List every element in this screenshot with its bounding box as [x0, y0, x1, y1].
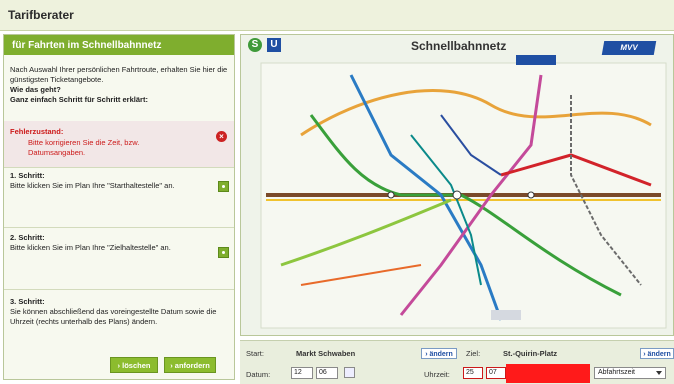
step-1-text: Bitte klicken Sie im Plan Ihre "Starthal…	[10, 181, 175, 190]
intro-subheading: Ganz einfach Schritt für Schritt erklärt…	[10, 95, 148, 104]
date-label: Datum:	[246, 370, 271, 379]
error-icon: ×	[216, 131, 227, 142]
ziel-label: Ziel:	[466, 349, 481, 358]
time-label: Uhrzeit:	[424, 370, 450, 379]
divider	[4, 289, 234, 290]
intro-text: Nach Auswahl Ihrer persönlichen Fahrtrou…	[10, 65, 230, 105]
date-day-input[interactable]: 12	[291, 367, 313, 379]
left-panel: für Fahrten im Schnellbahnnetz Nach Ausw…	[3, 34, 235, 380]
intro-question: Wie das geht?	[10, 85, 61, 94]
start-value: Markt Schwaben	[296, 349, 356, 358]
u-bahn-icon: U	[267, 38, 281, 52]
divider	[4, 167, 234, 168]
divider	[4, 227, 234, 228]
step-3-title: 3. Schritt:	[10, 297, 45, 306]
time-error-highlight	[506, 364, 590, 383]
change-start-button[interactable]: › ändern	[421, 348, 457, 359]
intro-description: Nach Auswahl Ihrer persönlichen Fahrtrou…	[10, 65, 228, 84]
delete-button[interactable]: › löschen	[110, 357, 158, 373]
time-hour-input[interactable]: 25	[463, 367, 483, 379]
start-label: Start:	[246, 349, 264, 358]
chevron-down-icon	[656, 371, 662, 375]
step-1: 1. Schritt: Bitte klicken Sie im Plan Ih…	[10, 171, 210, 191]
date-month-input[interactable]: 06	[316, 367, 338, 379]
step-1-title: 1. Schritt:	[10, 171, 45, 180]
map-title: Schnellbahnnetz	[411, 39, 507, 53]
error-title: Fehlerzustand:	[10, 127, 64, 136]
step-2-text: Bitte klicken Sie im Plan Ihre "Zielhalt…	[10, 243, 171, 252]
error-message: Bitte korrigieren Sie die Zeit, bzw. Dat…	[28, 138, 140, 157]
map-lines[interactable]	[241, 35, 673, 335]
error-box: Fehlerzustand: Bitte korrigieren Sie die…	[4, 121, 234, 167]
time-minute-input[interactable]: 07	[486, 367, 506, 379]
step-1-go-icon[interactable]	[218, 181, 229, 192]
s-bahn-icon: S	[248, 38, 262, 52]
time-mode-value: Abfahrtszeit	[598, 369, 635, 376]
time-mode-select[interactable]: Abfahrtszeit	[594, 367, 666, 379]
panel-heading: für Fahrten im Schnellbahnnetz	[4, 35, 234, 55]
ziel-value: St.-Quirin-Platz	[503, 349, 558, 358]
network-map[interactable]: S U Schnellbahnnetz MVV	[240, 34, 674, 336]
calendar-icon[interactable]	[344, 367, 355, 378]
page-title: Tarifberater	[8, 8, 74, 22]
mvv-logo: MVV	[601, 41, 657, 55]
request-button[interactable]: › anfordern	[164, 357, 216, 373]
step-2: 2. Schritt: Bitte klicken Sie im Plan Ih…	[10, 233, 210, 253]
step-3-text: Sie können abschließend das voreingestel…	[10, 307, 217, 326]
step-2-title: 2. Schritt:	[10, 233, 45, 242]
step-3: 3. Schritt: Sie können abschließend das …	[10, 297, 225, 327]
step-2-go-icon[interactable]	[218, 247, 229, 258]
change-ziel-button[interactable]: › ändern	[640, 348, 674, 359]
title-bar: Tarifberater	[0, 0, 674, 31]
